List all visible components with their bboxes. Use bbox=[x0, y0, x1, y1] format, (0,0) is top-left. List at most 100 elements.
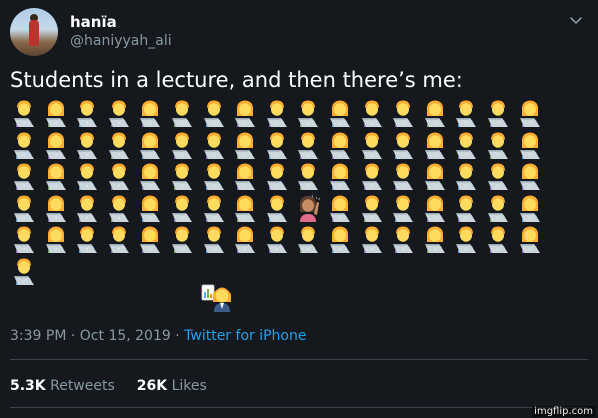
person-with-laptop-emoji bbox=[10, 98, 42, 129]
person-with-laptop-emoji bbox=[358, 193, 390, 224]
person-with-laptop-emoji bbox=[452, 130, 484, 161]
person-with-laptop-emoji bbox=[358, 161, 390, 192]
person-with-laptop-emoji bbox=[200, 161, 232, 192]
person-with-laptop-emoji bbox=[516, 161, 548, 192]
person-with-laptop-emoji bbox=[516, 193, 548, 224]
person-with-laptop-emoji bbox=[231, 130, 263, 161]
person-with-laptop-emoji bbox=[200, 224, 232, 255]
emoji-row bbox=[10, 193, 580, 225]
divider bbox=[10, 407, 588, 408]
person-with-laptop-emoji bbox=[484, 130, 516, 161]
person-with-laptop-emoji bbox=[168, 193, 200, 224]
person-with-laptop-emoji bbox=[136, 193, 168, 224]
person-with-laptop-emoji bbox=[294, 130, 326, 161]
person-with-laptop-emoji bbox=[10, 193, 42, 224]
person-with-laptop-emoji bbox=[326, 193, 358, 224]
emoji-row bbox=[10, 256, 580, 288]
person-with-laptop-emoji bbox=[358, 98, 390, 129]
tweet-source-link[interactable]: Twitter for iPhone bbox=[184, 328, 306, 344]
emoji-row bbox=[10, 98, 580, 130]
person-with-laptop-emoji bbox=[516, 224, 548, 255]
person-with-laptop-emoji bbox=[168, 98, 200, 129]
person-with-laptop-emoji bbox=[200, 193, 232, 224]
person-with-laptop-emoji bbox=[326, 98, 358, 129]
person-with-laptop-emoji bbox=[200, 98, 232, 129]
person-with-laptop-emoji bbox=[73, 130, 105, 161]
divider bbox=[10, 359, 588, 360]
tweet-text: Students in a lecture, and then there’s … bbox=[10, 68, 463, 92]
chevron-down-icon[interactable] bbox=[568, 12, 584, 28]
person-with-laptop-emoji bbox=[105, 224, 137, 255]
tweet-date[interactable]: Oct 15, 2019 bbox=[80, 328, 171, 344]
retweets-stat[interactable]: 5.3K Retweets bbox=[10, 378, 115, 394]
retweets-count: 5.3K bbox=[10, 378, 46, 394]
watermark: imgflip.com bbox=[532, 406, 595, 417]
person-with-laptop-emoji bbox=[73, 98, 105, 129]
tweet-time[interactable]: 3:39 PM bbox=[10, 328, 66, 344]
person-with-laptop-emoji bbox=[421, 98, 453, 129]
person-with-laptop-emoji bbox=[326, 130, 358, 161]
person-with-laptop-emoji bbox=[421, 193, 453, 224]
person-with-laptop-emoji bbox=[10, 161, 42, 192]
person-with-laptop-emoji bbox=[42, 98, 74, 129]
person-with-laptop-emoji bbox=[484, 98, 516, 129]
person-with-laptop-emoji bbox=[168, 130, 200, 161]
person-with-laptop-emoji bbox=[358, 224, 390, 255]
person-with-laptop-emoji bbox=[389, 98, 421, 129]
person-with-laptop-emoji bbox=[231, 193, 263, 224]
likes-count: 26K bbox=[136, 378, 168, 394]
display-name[interactable]: hanïa bbox=[70, 13, 117, 31]
person-with-laptop-emoji bbox=[136, 130, 168, 161]
emoji-grid bbox=[10, 98, 580, 287]
person-with-laptop-emoji bbox=[421, 130, 453, 161]
teacher-emoji bbox=[201, 284, 231, 312]
person-with-laptop-emoji bbox=[263, 98, 295, 129]
person-with-laptop-emoji bbox=[452, 98, 484, 129]
person-with-laptop-emoji bbox=[263, 193, 295, 224]
person-with-laptop-emoji bbox=[452, 224, 484, 255]
person-with-laptop-emoji bbox=[294, 161, 326, 192]
person-with-laptop-emoji bbox=[136, 224, 168, 255]
person-with-laptop-emoji bbox=[263, 161, 295, 192]
emoji-row bbox=[10, 161, 580, 193]
tweet-card: hanïa @haniyyah_ali Students in a lectur… bbox=[0, 0, 598, 418]
meta-separator: · bbox=[70, 328, 76, 344]
person-with-laptop-emoji bbox=[42, 224, 74, 255]
person-with-laptop-emoji bbox=[452, 161, 484, 192]
tweet-stats: 5.3K Retweets 26K Likes bbox=[10, 378, 207, 394]
person-raising-hand-emoji bbox=[294, 193, 326, 224]
person-with-laptop-emoji bbox=[389, 193, 421, 224]
person-with-laptop-emoji bbox=[136, 161, 168, 192]
retweets-label: Retweets bbox=[50, 378, 115, 394]
avatar-figure bbox=[29, 20, 39, 46]
person-with-laptop-emoji bbox=[136, 98, 168, 129]
person-with-laptop-emoji bbox=[484, 161, 516, 192]
meta-separator: · bbox=[175, 328, 180, 344]
likes-stat[interactable]: 26K Likes bbox=[137, 378, 207, 394]
person-with-laptop-emoji bbox=[105, 98, 137, 129]
emoji-row bbox=[10, 224, 580, 256]
avatar[interactable] bbox=[10, 8, 58, 56]
likes-label: Likes bbox=[171, 378, 207, 394]
person-with-laptop-emoji bbox=[231, 161, 263, 192]
person-with-laptop-emoji bbox=[263, 130, 295, 161]
person-with-laptop-emoji bbox=[516, 130, 548, 161]
person-with-laptop-emoji bbox=[42, 161, 74, 192]
person-with-laptop-emoji bbox=[294, 98, 326, 129]
person-with-laptop-emoji bbox=[10, 130, 42, 161]
person-with-laptop-emoji bbox=[263, 224, 295, 255]
person-with-laptop-emoji bbox=[294, 224, 326, 255]
person-with-laptop-emoji bbox=[389, 161, 421, 192]
person-with-laptop-emoji bbox=[484, 193, 516, 224]
emoji-row bbox=[10, 130, 580, 162]
person-with-laptop-emoji bbox=[516, 98, 548, 129]
user-handle[interactable]: @haniyyah_ali bbox=[70, 33, 172, 49]
person-with-laptop-emoji bbox=[168, 224, 200, 255]
person-with-laptop-emoji bbox=[168, 161, 200, 192]
tweet-meta: 3:39 PM · Oct 15, 2019 · Twitter for iPh… bbox=[10, 328, 306, 344]
person-with-laptop-emoji bbox=[73, 224, 105, 255]
person-with-laptop-emoji bbox=[326, 161, 358, 192]
person-with-laptop-emoji bbox=[452, 193, 484, 224]
person-with-laptop-emoji bbox=[421, 224, 453, 255]
person-with-laptop-emoji bbox=[105, 161, 137, 192]
